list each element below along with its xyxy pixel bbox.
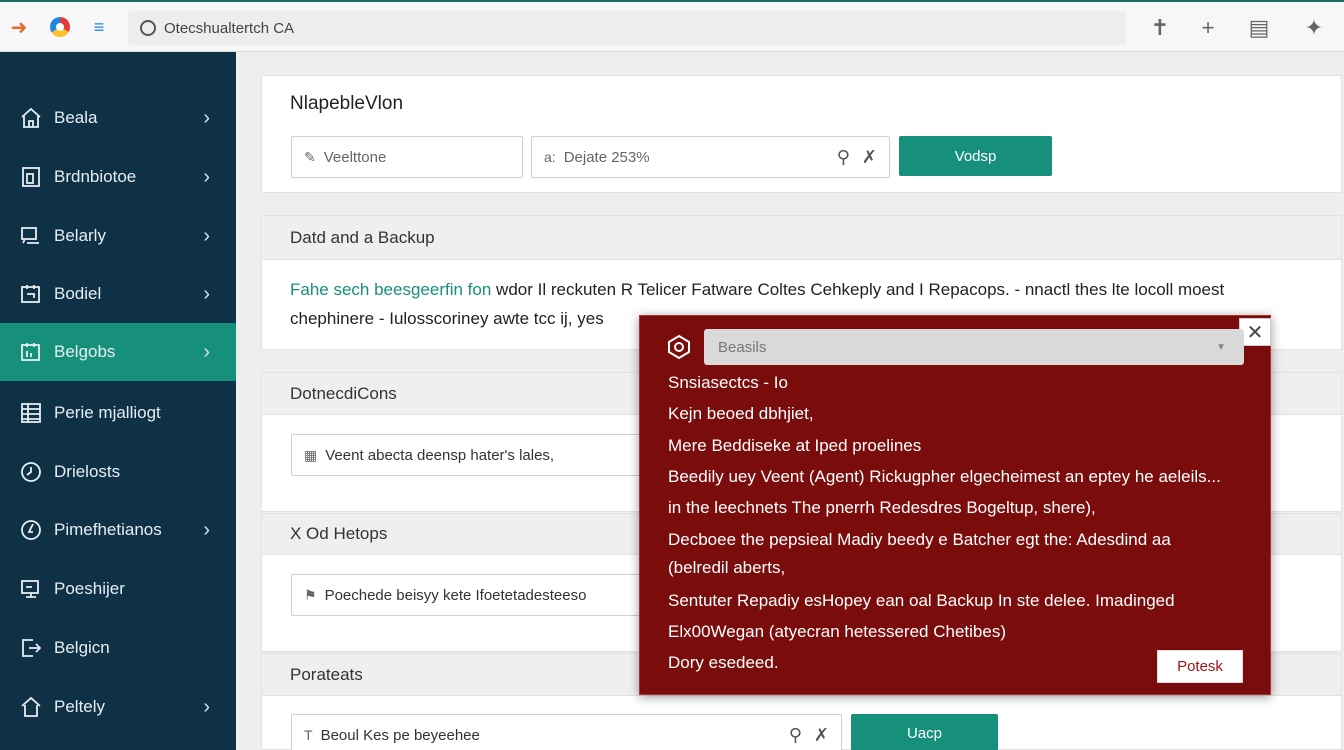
list-icon (18, 400, 44, 426)
hetops-input-value: Poechede beisyy kete Ifoetetadesteeso (324, 586, 587, 604)
search-icon[interactable]: ⚲ (789, 725, 802, 746)
clear-icon[interactable]: ✗ (862, 147, 877, 168)
new-tab-icon[interactable]: + (1194, 14, 1222, 42)
sidebar-item-label: Drielosts (54, 462, 121, 481)
modal-line-1: Kejn beoed dbhjiet, (668, 404, 814, 423)
flag-icon: ⚑ (304, 586, 317, 603)
sidebar-item-0[interactable]: Beala › (0, 89, 236, 147)
monitor-icon (18, 223, 44, 249)
modal-line-8: Elx00Wegan (atyecran hetessered Chetibes… (668, 622, 1006, 641)
sidebar-item-9[interactable]: Belgicn (0, 619, 236, 677)
sidebar-item-8[interactable]: Poeshijer (0, 560, 236, 618)
dropdown-caret-icon[interactable]: ▼ (1216, 342, 1226, 353)
modal-line-4: in the leechnets The pnerrh Redesdres Bo… (668, 498, 1096, 517)
sidebar: Beala › Brdnbiotoe › Belarly › Bodiel › … (0, 52, 236, 750)
chevron-right-icon: › (203, 165, 210, 188)
text-icon: T (304, 727, 313, 743)
porateats-input[interactable]: T Beoul Kes pe beyeehee ⚲ ✗ (291, 714, 842, 750)
sidebar-item-label: Perie mjalliogt (54, 403, 161, 422)
home-icon (18, 105, 44, 131)
sidebar-item-2[interactable]: Belarly › (0, 207, 236, 265)
sidebar-item-3[interactable]: Bodiel › (0, 265, 236, 323)
section-text-line-2: chephinere - Iulosscoriney awte tcc ij, … (290, 309, 604, 328)
search-icon[interactable]: ⚲ (837, 147, 850, 168)
sidebar-item-6[interactable]: Drielosts (0, 443, 236, 501)
search-input-placeholder: Veelttone (323, 148, 387, 166)
sidebar-item-7[interactable]: Pimefhetianos › (0, 501, 236, 559)
sidebar-item-10[interactable]: Peltely › (0, 678, 236, 736)
modal-search-input[interactable]: Beasils ▼ (704, 329, 1244, 365)
grid-icon: ▦ (304, 446, 318, 463)
search-input[interactable]: ✎ Veelttone (291, 136, 523, 178)
screen-icon (18, 576, 44, 602)
modal-line-7: Sentuter Repadiy esHopey ean oal Backup … (668, 591, 1175, 610)
sidebar-item-label: Beala (54, 108, 98, 127)
chevron-right-icon: › (203, 282, 210, 305)
connection-input[interactable]: ▦ Veent abecta deensp hater's lales, (291, 434, 641, 476)
porateats-input-value: Beoul Kes pe beyeehee (320, 726, 480, 744)
sidebar-item-label: Pimefhetianos (54, 520, 162, 539)
target-icon (18, 517, 44, 543)
browser-logo-icon[interactable] (47, 14, 73, 40)
chevron-right-icon: › (203, 340, 210, 363)
sidebar-item-4[interactable]: Belgobs › (0, 323, 236, 381)
info-link[interactable]: Fahe sech beesgeerfin fon (290, 280, 491, 299)
site-info-icon[interactable] (140, 20, 156, 36)
modal-line-0: Snsiasectcs - Io (668, 373, 788, 392)
filter-input[interactable]: a: Dejate 253% ⚲ ✗ (531, 136, 890, 178)
folder-icon (18, 281, 44, 307)
shield-logo-icon (666, 334, 692, 360)
section-text-line-1: Fahe sech beesgeerfin fon wdor Il reckut… (290, 280, 1224, 300)
section-header-backup: Datd and a Backup (261, 215, 1342, 260)
sidebar-item-label: Belgobs (54, 342, 116, 361)
primary-action-button[interactable]: Vodsp (899, 136, 1052, 176)
porateats-action-button[interactable]: Uacp (851, 714, 998, 750)
modal-line-5: Decboee the pepsieal Madiy beedy e Batch… (668, 530, 1171, 549)
filter-prefix: a: (544, 149, 556, 165)
filter-input-value: Dejate 253% (563, 148, 650, 166)
modal-search-placeholder: Beasils (718, 338, 767, 356)
modal-line-6: (belredil aberts, (668, 558, 786, 577)
sidebar-item-label: Belgicn (54, 638, 110, 657)
info-text: wdor Il reckuten R Telicer Fatware Colte… (496, 280, 1225, 299)
sidebar-item-label: Poeshijer (54, 579, 125, 598)
sidebar-item-label: Brdnbiotoe (54, 167, 137, 186)
clear-icon[interactable]: ✗ (814, 725, 829, 746)
hetops-input[interactable]: ⚑ Poechede beisyy kete Ifoetetadesteeso (291, 574, 641, 616)
pin-icon[interactable]: ✝ (1146, 14, 1174, 42)
document-icon (18, 164, 44, 190)
window-icon (18, 339, 44, 365)
chevron-right-icon: › (203, 224, 210, 247)
modal-line-3: Beedily uey Veent (Agent) Rickugpher elg… (668, 467, 1221, 486)
address-text: Otecshualtertch CA (164, 19, 295, 37)
chevron-right-icon: › (203, 518, 210, 541)
sidebar-item-label: Peltely (54, 697, 106, 716)
window-icon[interactable]: ▤ (1245, 14, 1273, 42)
page-title: NlapebleVlon (290, 93, 404, 114)
connection-input-value: Veent abecta deensp hater's lales, (325, 446, 555, 464)
extension-icon[interactable]: ✦ (1300, 14, 1328, 42)
browser-toolbar: ➜ ≡ Otecshualtertch CA ✝ + ▤ ✦ (0, 0, 1344, 52)
export-icon (18, 635, 44, 661)
sidebar-item-5[interactable]: Perie mjalliogt (0, 384, 236, 442)
sidebar-item-label: Bodiel (54, 284, 102, 303)
sidebar-item-1[interactable]: Brdnbiotoe › (0, 148, 236, 206)
sidebar-item-label: Belarly (54, 226, 106, 245)
house-icon (18, 694, 44, 720)
chevron-right-icon: › (203, 106, 210, 129)
pencil-icon: ✎ (304, 148, 316, 165)
clock-icon (18, 459, 44, 485)
modal-line-9: Dory esedeed. (668, 653, 779, 672)
modal-line-2: Mere Beddiseke at Iped proelines (668, 436, 922, 455)
address-bar[interactable]: Otecshualtertch CA (128, 11, 1126, 45)
modal-confirm-button[interactable]: Potesk (1157, 650, 1243, 683)
menu-icon[interactable]: ≡ (86, 14, 112, 40)
back-arrow-icon[interactable]: ➜ (6, 14, 32, 40)
chevron-right-icon: › (203, 695, 210, 718)
